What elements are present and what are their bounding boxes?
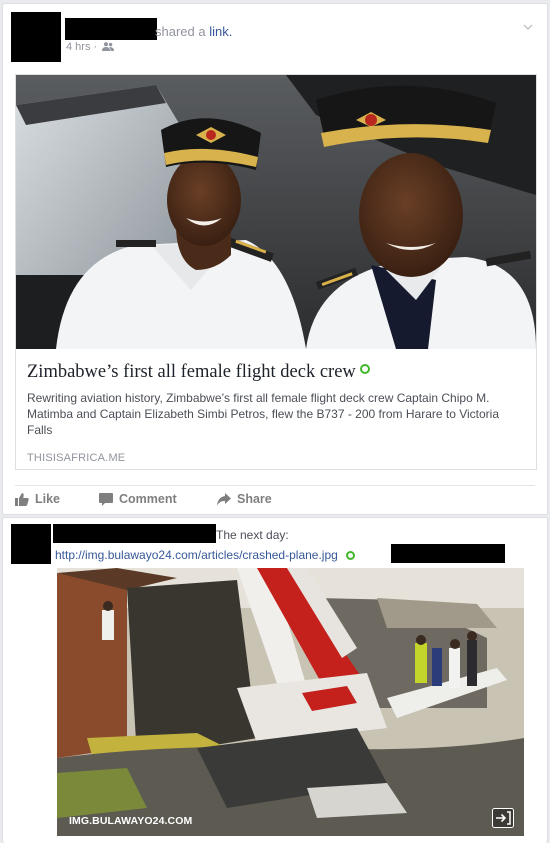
- shared-link[interactable]: link.: [209, 24, 232, 39]
- actions-divider: [15, 485, 535, 486]
- image-url-link[interactable]: http://img.bulawayo24.com/articles/crash…: [55, 548, 338, 562]
- avatar-redacted[interactable]: [11, 12, 61, 62]
- comment-icon: [99, 492, 113, 506]
- friends-icon[interactable]: [102, 42, 115, 51]
- chevron-down-icon[interactable]: [523, 22, 533, 32]
- verified-dot-icon: [345, 551, 355, 560]
- share-arrow-icon: [217, 492, 231, 505]
- link-preview[interactable]: Zimbabwe’s first all female flight deck …: [15, 74, 537, 470]
- preview-domain: THISISAFRICA.ME: [27, 452, 126, 464]
- preview-title[interactable]: Zimbabwe’s first all female flight deck …: [27, 362, 370, 383]
- image-source-caption: IMG.BULAWAYO24.COM: [69, 815, 193, 827]
- like-button[interactable]: Like: [15, 492, 60, 506]
- post-link-row: http://img.bulawayo24.com/articles/crash…: [55, 548, 355, 562]
- thumbs-up-icon: [15, 492, 29, 506]
- preview-description: Rewriting aviation history, Zimbabwe’s f…: [27, 391, 500, 437]
- post-meta: 4 hrs ·: [66, 41, 115, 53]
- preview-photo-two-pilots[interactable]: [16, 75, 536, 349]
- feed-post-2: The next day: http://img.bulawayo24.com/…: [2, 517, 548, 843]
- username-redacted[interactable]: [53, 524, 216, 543]
- cockpit-photo: [16, 75, 536, 349]
- feed-post-1: shared a link. 4 hrs · Zimbabwe’s first …: [2, 3, 548, 515]
- verified-dot-icon: [359, 364, 370, 374]
- crash-scene: [57, 568, 524, 836]
- open-external-icon[interactable]: [492, 808, 514, 828]
- username-redacted[interactable]: [65, 18, 157, 40]
- comment-button[interactable]: Comment: [99, 492, 177, 506]
- redacted-text: [391, 544, 505, 563]
- crashed-plane-photo[interactable]: IMG.BULAWAYO24.COM: [57, 568, 524, 836]
- avatar-redacted[interactable]: [11, 524, 51, 564]
- post-text: The next day:: [216, 528, 289, 542]
- shared-text: shared a link.: [155, 24, 233, 39]
- share-button[interactable]: Share: [217, 492, 272, 506]
- timestamp[interactable]: 4 hrs ·: [66, 41, 97, 53]
